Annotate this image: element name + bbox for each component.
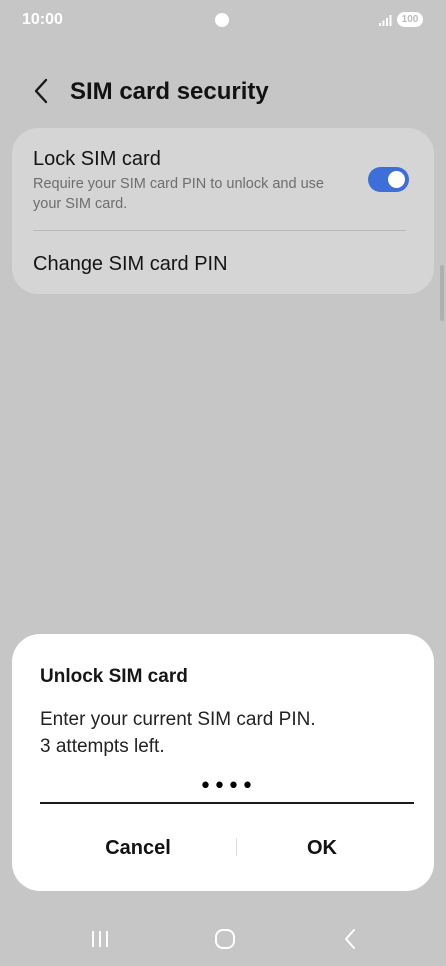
- ok-button[interactable]: OK: [248, 828, 396, 868]
- nav-back-button[interactable]: [336, 926, 364, 952]
- signal-icon: [379, 15, 392, 26]
- back-icon: [34, 78, 48, 104]
- nav-back-icon: [345, 929, 355, 949]
- change-pin-label: Change SIM card PIN: [33, 253, 228, 275]
- dialog-buttons: Cancel OK: [12, 828, 434, 868]
- dialog-message-line-1: Enter your current SIM card PIN.: [40, 709, 316, 730]
- header: SIM card security: [0, 70, 446, 114]
- battery-indicator: 100: [397, 12, 423, 27]
- home-button[interactable]: [212, 926, 238, 952]
- unlock-sim-dialog: Unlock SIM card Enter your current SIM c…: [12, 634, 434, 891]
- button-divider: [236, 838, 237, 856]
- dialog-message-line-2: 3 attempts left.: [40, 736, 165, 757]
- lock-sim-description: Require your SIM card PIN to unlock and …: [33, 176, 324, 212]
- status-bar: 10:00 100: [0, 0, 446, 40]
- dialog-message: Enter your current SIM card PIN. 3 attem…: [40, 706, 316, 760]
- dialog-title: Unlock SIM card: [40, 666, 188, 687]
- pin-input[interactable]: [40, 770, 414, 804]
- camera-cutout: [215, 13, 229, 27]
- settings-card: Lock SIM card Require your SIM card PIN …: [12, 128, 434, 294]
- recents-button[interactable]: [86, 928, 114, 950]
- home-icon: [215, 929, 235, 949]
- status-time: 10:00: [22, 11, 63, 28]
- back-button[interactable]: [26, 76, 56, 106]
- scroll-handle[interactable]: [440, 265, 444, 321]
- recents-icon: [92, 931, 108, 947]
- change-pin-row[interactable]: Change SIM card PIN: [12, 231, 434, 294]
- lock-sim-title: Lock SIM card: [33, 148, 161, 170]
- toggle-knob: [388, 171, 405, 188]
- lock-sim-toggle[interactable]: [368, 167, 409, 192]
- cancel-button[interactable]: Cancel: [52, 828, 224, 868]
- page-title: SIM card security: [70, 78, 269, 105]
- screen: 10:00 100 SIM card security Lock SIM car…: [0, 0, 446, 966]
- navigation-bar: [0, 910, 446, 966]
- lock-sim-row[interactable]: Lock SIM card Require your SIM card PIN …: [12, 128, 434, 230]
